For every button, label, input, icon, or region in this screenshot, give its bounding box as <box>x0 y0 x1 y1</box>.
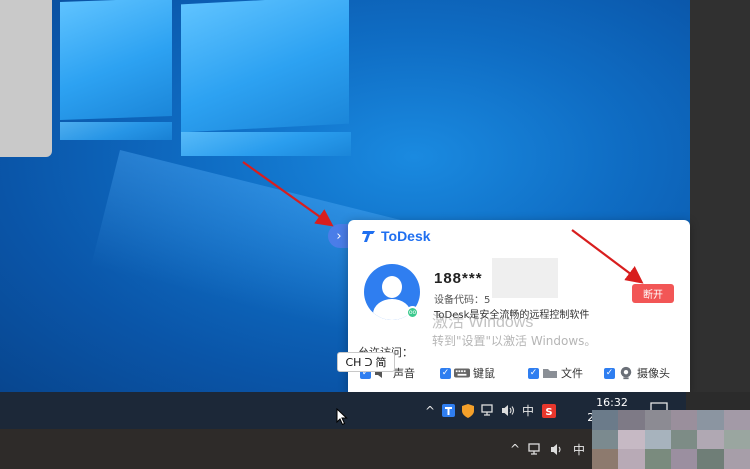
pixelated-redaction <box>592 410 750 469</box>
todesk-tray-logo-icon <box>441 404 455 417</box>
screen-edge <box>690 0 750 392</box>
windows-logo-pane <box>60 122 172 140</box>
shield-icon <box>462 403 474 418</box>
checkbox-checked-icon[interactable]: ✓ <box>440 367 451 379</box>
todesk-panel: ToDesk oo 188*** 设备代码：5 ToDesk是安全流畅的远程控制… <box>348 220 690 392</box>
camera-icon <box>620 366 632 380</box>
ime-indicator[interactable]: 中 <box>568 441 590 458</box>
windows-logo-pane <box>181 0 349 133</box>
todesk-logo-icon <box>362 231 375 242</box>
online-status-icon: oo <box>406 306 419 319</box>
folder-icon <box>543 369 557 378</box>
activate-windows-watermark: 激活 Windows <box>432 314 534 331</box>
device-id: 188*** <box>434 270 483 287</box>
permission-keyboard[interactable]: ✓ 键鼠 <box>440 365 495 381</box>
volume-icon <box>550 443 561 455</box>
windows-logo-pane <box>60 0 172 120</box>
clock-time: 16:32 <box>596 396 628 409</box>
system-tray: ^ 中 S <box>422 392 560 429</box>
sogou-icon: S <box>542 403 556 418</box>
permission-file[interactable]: ✓ 文件 <box>528 365 583 381</box>
permission-label: 文件 <box>561 367 583 380</box>
volume-tray-icon[interactable] <box>498 404 518 417</box>
activate-windows-hint: 转到"设置"以激活 Windows。 <box>432 334 597 348</box>
checkbox-checked-icon[interactable]: ✓ <box>604 367 615 379</box>
ime-moon-icon: ᑐ <box>364 355 373 369</box>
chevron-right-icon: › <box>336 228 342 244</box>
local-system-tray: ^ 中 <box>506 429 590 469</box>
sogou-ime-icon[interactable]: S <box>538 403 560 418</box>
volume-tray-icon[interactable] <box>546 443 568 456</box>
tray-overflow-chevron[interactable]: ^ <box>422 404 438 418</box>
todesk-header: ToDesk <box>362 228 431 244</box>
tray-overflow-chevron[interactable]: ^ <box>506 442 524 456</box>
network-icon <box>480 404 493 416</box>
collapse-panel-button[interactable]: › <box>328 224 350 248</box>
permission-label: 摄像头 <box>637 367 670 380</box>
device-code: 设备代码：5 <box>434 295 491 306</box>
redacted-id-block <box>492 258 558 298</box>
permission-label: 键鼠 <box>473 367 495 380</box>
ime-mode-popup[interactable]: CH ᑐ 简 <box>337 352 395 372</box>
checkbox-checked-icon[interactable]: ✓ <box>528 367 539 379</box>
keyboard-icon <box>454 368 470 378</box>
background-window[interactable] <box>0 0 52 157</box>
permission-camera[interactable]: ✓ 摄像头 <box>604 365 670 381</box>
app-title: ToDesk <box>381 228 431 244</box>
todesk-tray-icon[interactable] <box>438 404 458 417</box>
ime-indicator[interactable]: 中 <box>518 402 538 419</box>
permission-label: 声音 <box>393 367 415 380</box>
mouse-cursor-icon <box>336 408 348 426</box>
shield-tray-icon[interactable] <box>458 403 478 418</box>
network-icon <box>527 442 540 455</box>
network-tray-icon[interactable] <box>478 404 498 417</box>
ime-language: CH <box>345 355 362 369</box>
windows-logo-pane <box>181 132 351 156</box>
network-tray-icon[interactable] <box>524 442 546 456</box>
svg-text:S: S <box>545 407 552 418</box>
permission-row: ✓ 声音 ✓ 键鼠 ✓ 文件 ✓ 摄像头 <box>358 365 688 387</box>
ime-script: 简 <box>375 356 387 369</box>
volume-icon <box>501 405 514 416</box>
disconnect-button[interactable]: 断开 <box>632 284 674 303</box>
